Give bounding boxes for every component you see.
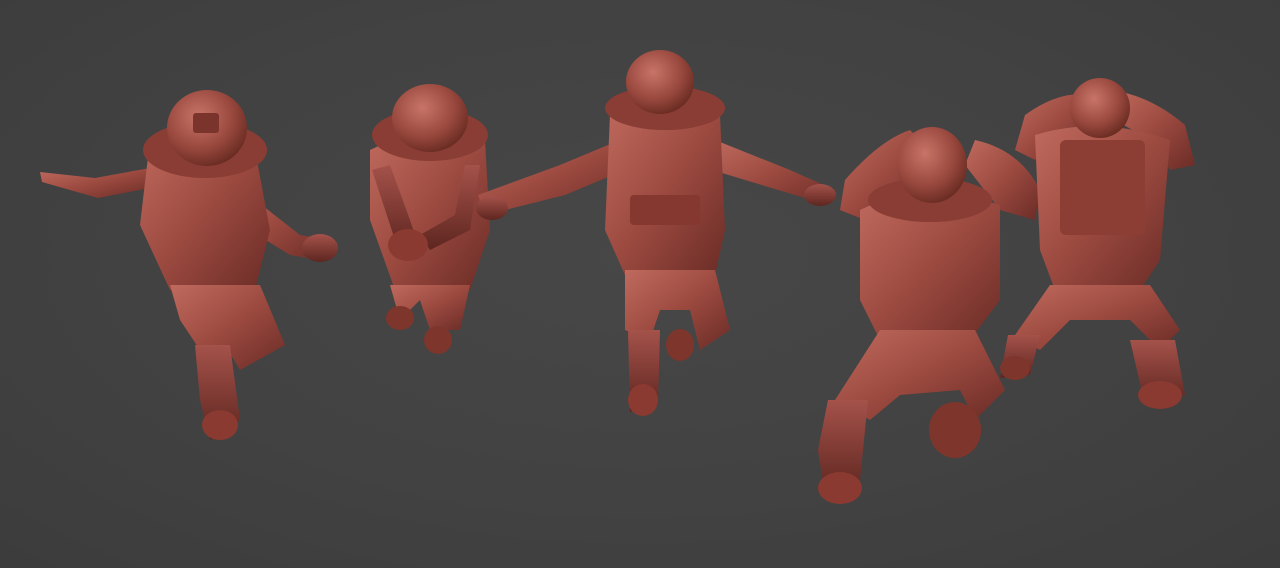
viewport (0, 0, 1280, 568)
figure-1 (40, 90, 338, 440)
figure-2 (370, 84, 490, 354)
figure-3 (476, 50, 836, 416)
figure-4 (818, 127, 1040, 504)
sculpt-render (40, 50, 1195, 504)
figure-5 (1000, 78, 1195, 409)
